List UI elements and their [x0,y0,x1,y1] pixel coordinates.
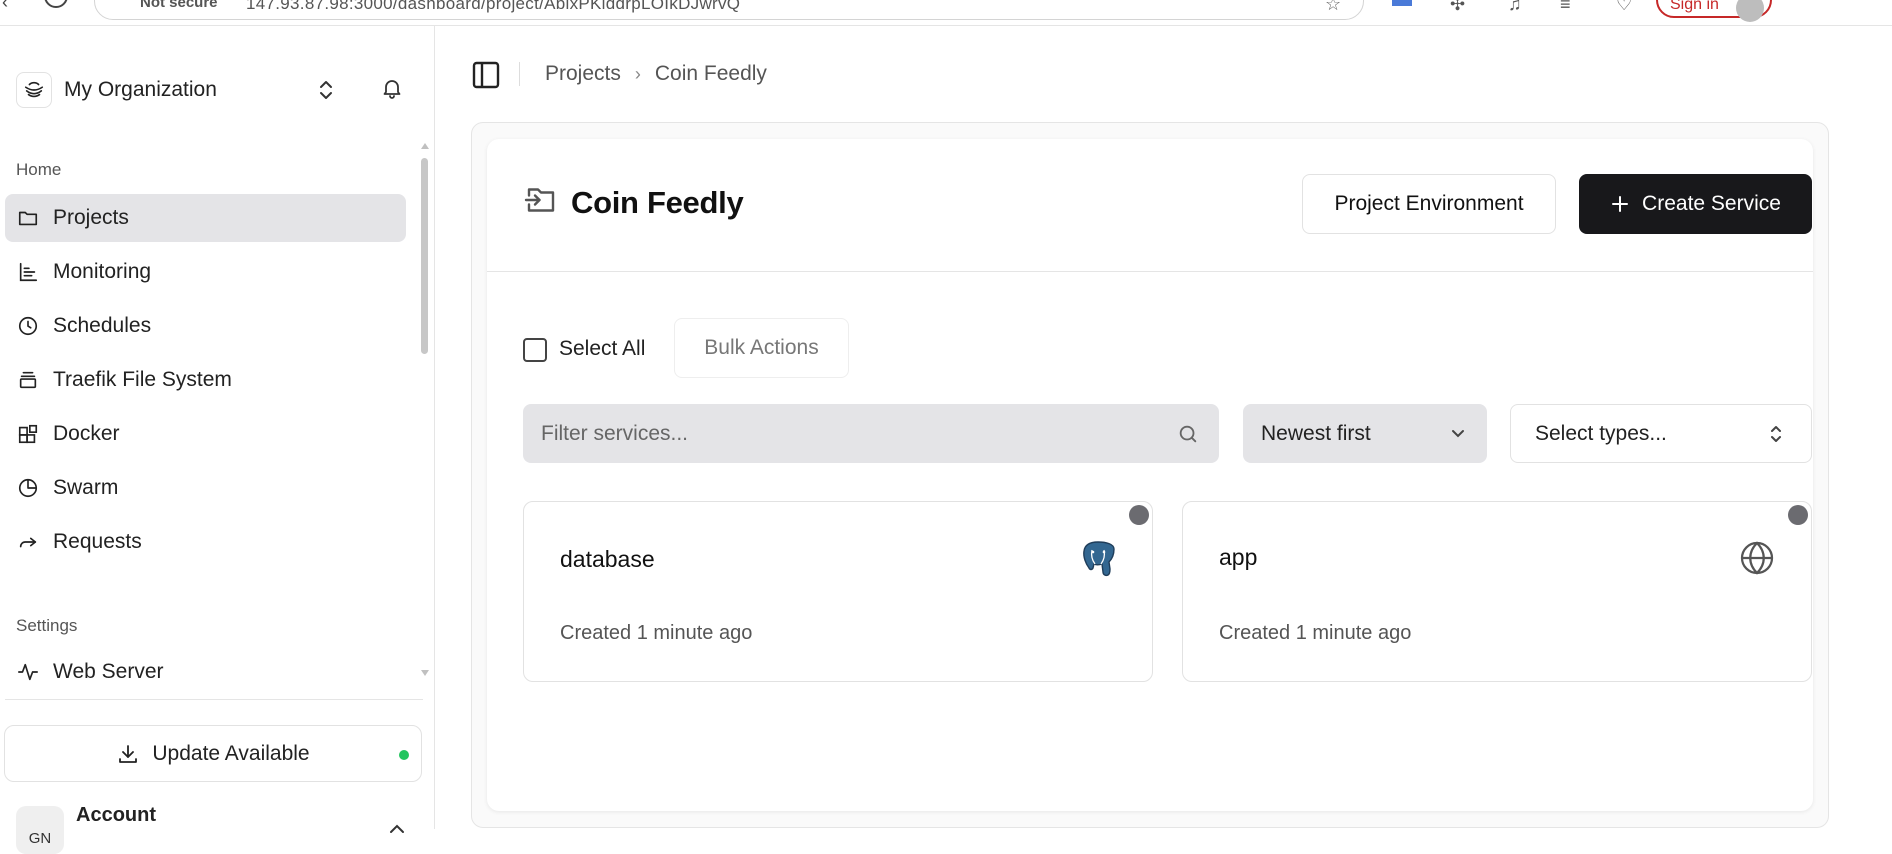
search-icon [1177,423,1199,450]
select-all-label[interactable]: Select All [559,337,645,361]
reading-list-icon[interactable]: ≡ [1560,0,1571,15]
profile-avatar [1736,0,1764,22]
sidebar-item-label: Schedules [53,314,152,337]
sidebar-divider [5,699,423,700]
back-arrow-icon[interactable]: ‹ [2,0,8,13]
card-header-divider [487,271,1813,272]
org-logo-icon [16,72,52,108]
sidebar-toggle-icon[interactable] [470,59,502,96]
media-icon[interactable]: ♫ [1508,0,1522,15]
filter-services-input[interactable] [523,404,1219,463]
project-environment-button[interactable]: Project Environment [1302,174,1556,234]
sidebar-item-label: Requests [53,530,142,553]
update-status-dot [399,750,409,760]
extension-icon[interactable] [1392,0,1412,6]
service-types-placeholder: Select types... [1535,421,1667,445]
nav-group-home: Home [16,160,62,179]
bookmark-star-icon[interactable]: ☆ [1325,0,1341,15]
globe-icon [1739,540,1775,581]
plus-icon [1610,194,1630,214]
folder-input-icon [523,182,559,223]
pie-icon [17,477,39,499]
favorites-heart-icon[interactable]: ♡ [1616,0,1632,15]
scroll-up-arrow-icon[interactable] [421,143,429,149]
sidebar-scrollbar[interactable] [421,158,428,354]
sort-select[interactable]: Newest first [1243,404,1487,463]
blocks-icon [17,423,39,445]
chevrons-up-down-icon [1767,423,1785,451]
main-content: Projects › Coin Feedly Coin Feedly Proje… [436,26,1892,829]
sidebar-item-projects[interactable]: Projects [5,194,406,242]
service-types-select[interactable]: Select types... [1510,404,1812,463]
chevrons-up-down-icon[interactable] [316,78,336,107]
service-card-app[interactable]: app Created 1 minute ago [1182,501,1812,682]
browser-toolbar: ‹ Not secure 147.93.87.98:3000/dashboard… [0,0,1892,26]
sidebar-item-web-server[interactable]: Web Server [5,648,406,696]
service-card-database[interactable]: database Created 1 minute ago [523,501,1153,682]
download-icon [116,742,140,766]
sign-in-button[interactable]: Sign in [1656,0,1772,22]
chevron-up-icon[interactable] [388,822,406,840]
sidebar-item-traefik-file-system[interactable]: Traefik File System [5,356,406,404]
service-status-dot [1129,505,1149,525]
org-switcher[interactable]: My Organization [16,70,416,110]
breadcrumb-current[interactable]: Coin Feedly [655,62,767,86]
select-all-checkbox[interactable] [523,338,547,362]
sidebar-item-label: Docker [53,422,120,445]
service-name: database [560,546,655,572]
breadcrumb-projects[interactable]: Projects [545,62,621,86]
chart-icon [17,261,39,283]
sidebar-item-label: Swarm [53,476,119,499]
bulk-actions-button[interactable]: Bulk Actions [674,318,849,378]
sidebar-item-schedules[interactable]: Schedules [5,302,406,350]
page-title: Coin Feedly [571,184,744,220]
forward-icon [17,531,39,553]
sidebar-item-label: Web Server [53,660,164,683]
breadcrumb: Projects › Coin Feedly [545,62,767,86]
clock-icon [17,315,39,337]
postgres-icon [1080,540,1116,583]
account-label[interactable]: Account [76,804,156,827]
sidebar-item-docker[interactable]: Docker [5,410,406,458]
layers-icon [17,369,39,391]
chevron-down-icon [1449,424,1467,448]
bell-icon[interactable] [380,76,404,105]
account-avatar[interactable]: GN [16,806,64,854]
create-service-button[interactable]: Create Service [1579,174,1812,234]
folder-icon [17,207,39,229]
project-card: Coin Feedly Project Environment Create S… [487,139,1813,811]
scroll-down-arrow-icon[interactable] [421,670,429,676]
sidebar-item-label: Traefik File System [53,368,232,391]
org-name: My Organization [64,78,217,101]
update-available-button[interactable]: Update Available [4,725,422,782]
sort-select-value: Newest first [1261,421,1371,445]
service-created: Created 1 minute ago [1219,622,1412,644]
create-service-label: Create Service [1642,192,1781,215]
security-label: Not secure [140,0,218,11]
activity-icon [17,661,39,683]
service-created: Created 1 minute ago [560,622,753,644]
sidebar-item-monitoring[interactable]: Monitoring [5,248,406,296]
update-available-label: Update Available [152,741,310,765]
service-name: app [1219,544,1258,570]
nav-group-settings: Settings [16,616,78,635]
sidebar: My Organization Home Projects Monitoring… [0,26,435,854]
sidebar-item-label: Projects [53,206,129,229]
sidebar-item-requests[interactable]: Requests [5,518,406,566]
sidebar-item-swarm[interactable]: Swarm [5,464,406,512]
reload-icon[interactable] [44,0,68,8]
extension-puzzle-icon[interactable]: ✣ [1450,0,1465,15]
url-text[interactable]: 147.93.87.98:3000/dashboard/project/Abix… [246,0,740,14]
project-header: Coin Feedly [523,182,744,223]
service-status-dot [1788,505,1808,525]
sidebar-item-label: Monitoring [53,260,152,283]
header-divider [519,62,520,86]
chevron-right-icon: › [634,63,641,84]
sign-in-label: Sign in [1670,0,1719,13]
